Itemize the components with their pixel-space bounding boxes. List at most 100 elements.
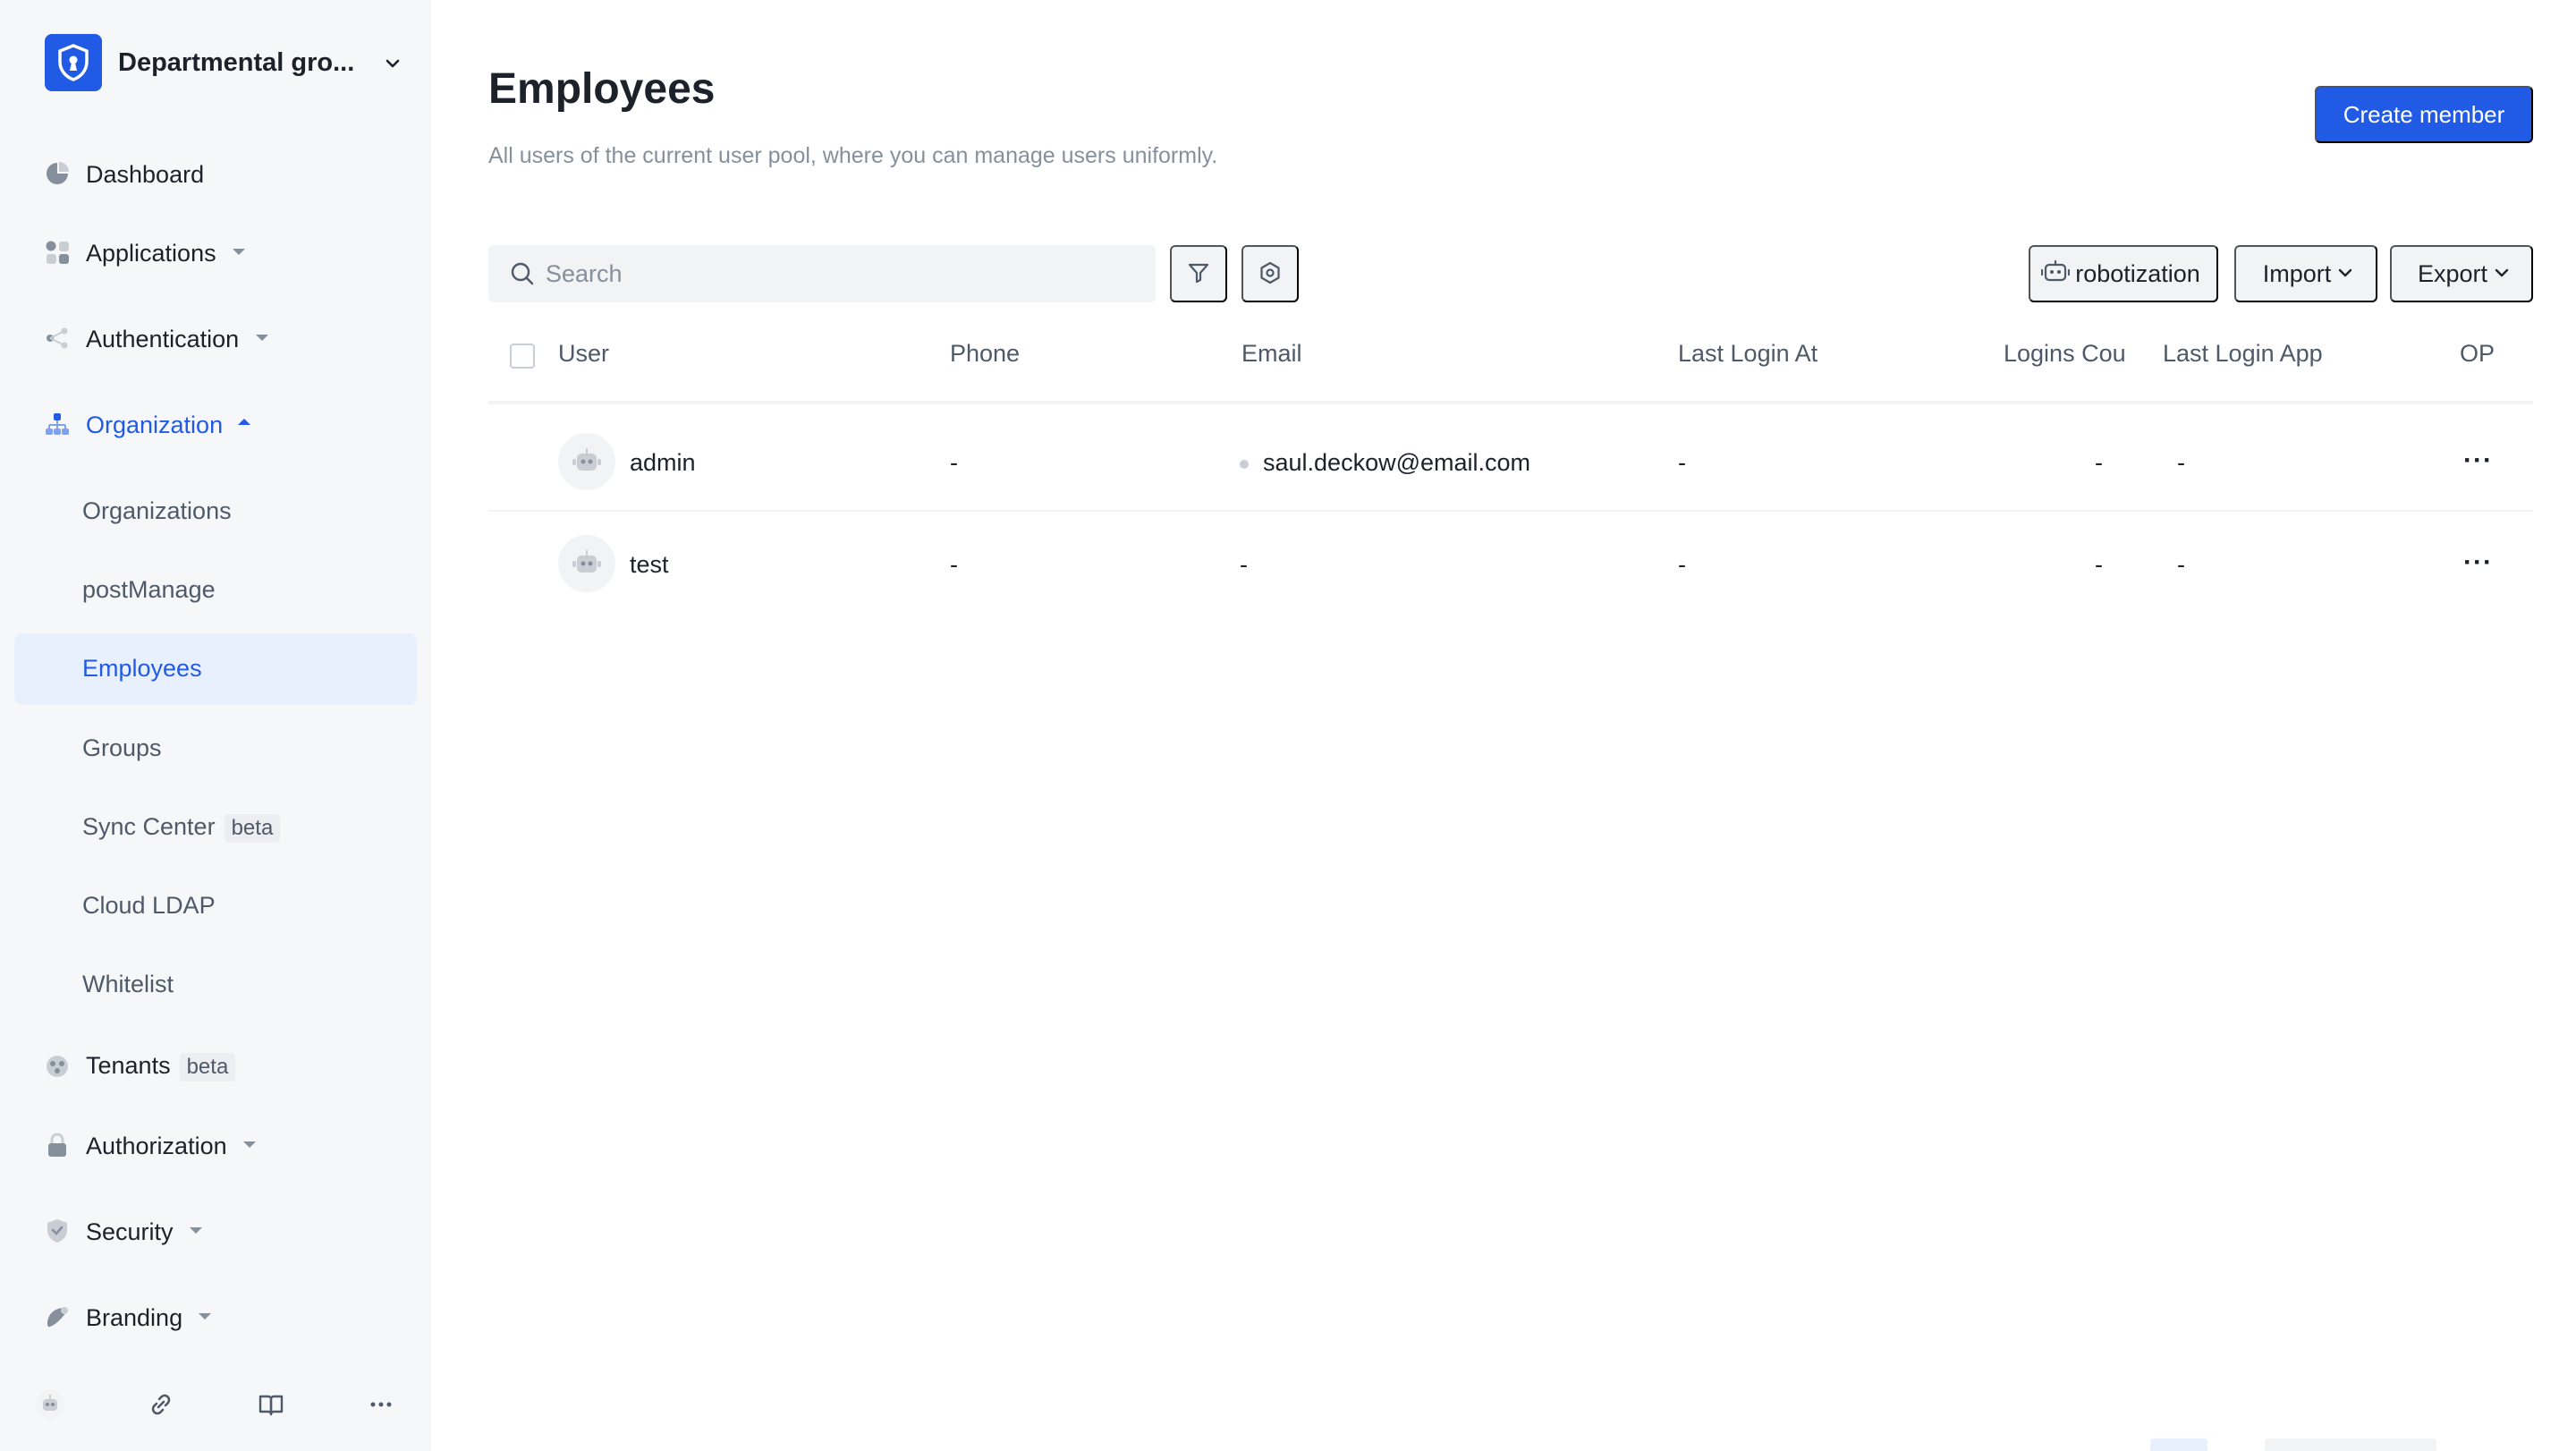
sidebar-item-authorization[interactable]: Authorization (14, 1109, 417, 1181)
cell-user[interactable]: test (630, 551, 669, 579)
column-header-last-login-at[interactable]: Last Login At (1678, 340, 1818, 368)
column-header-email[interactable]: Email (1241, 340, 1302, 368)
column-header-user[interactable]: User (558, 340, 609, 368)
caret-down-icon (199, 1313, 211, 1319)
sidebar-item-label: Organization (86, 412, 224, 438)
sidebar-item-label: Tenants (86, 1052, 171, 1079)
sidebar: Departmental gro... Dashboard Applicatio… (0, 0, 431, 1451)
cell-last-login-app: - (2177, 551, 2185, 578)
table-row[interactable]: test - - - - - ··· (488, 512, 2533, 614)
workspace-name: Departmental gro... (118, 47, 355, 77)
select-all-checkbox[interactable] (510, 344, 535, 369)
filter-button[interactable] (1170, 245, 1227, 302)
chevron-down-icon (2336, 260, 2354, 288)
sidebar-subitem-label: Sync Center (82, 813, 216, 840)
column-header-logins-count[interactable]: Logins Cou (2004, 340, 2126, 368)
gear-icon (1258, 261, 1282, 287)
lock-icon (45, 1133, 70, 1158)
sidebar-subitem-cloud-ldap[interactable]: Cloud LDAP (14, 870, 417, 942)
sidebar-item-applications[interactable]: Applications (14, 216, 417, 288)
robot-avatar-icon (558, 433, 615, 490)
export-label: Export (2417, 259, 2488, 287)
row-actions-more-icon[interactable]: ··· (2463, 547, 2493, 578)
import-button[interactable]: Import (2234, 245, 2377, 302)
sidebar-subitem-sync-center[interactable]: Sync Center beta (14, 792, 417, 863)
palette-icon (45, 1304, 70, 1329)
cell-phone: - (950, 449, 958, 476)
sidebar-item-dashboard[interactable]: Dashboard (14, 138, 417, 209)
cell-user[interactable]: admin (630, 449, 696, 477)
column-header-last-login-app[interactable]: Last Login App (2163, 340, 2323, 368)
cell-phone: - (950, 551, 958, 578)
sidebar-subitem-whitelist[interactable]: Whitelist (14, 949, 417, 1021)
sidebar-item-organization[interactable]: Organization (14, 388, 417, 460)
caret-up-icon (238, 419, 250, 425)
page-title: Employees (488, 65, 716, 113)
robotization-button[interactable]: robotization (2029, 245, 2218, 302)
sidebar-subitem-label: Cloud LDAP (82, 892, 216, 919)
sidebar-subitem-label: Employees (82, 655, 202, 682)
sidebar-item-label: Dashboard (86, 161, 205, 188)
cell-email-text: saul.deckow@email.com (1263, 449, 1531, 476)
cell-email: - (1240, 551, 1248, 578)
search-box[interactable] (488, 245, 1156, 302)
sidebar-item-tenants[interactable]: Tenants beta (14, 1031, 417, 1102)
sidebar-subitem-employees[interactable]: Employees (14, 633, 417, 705)
robot-icon (2041, 259, 2071, 290)
sidebar-item-label: Applications (86, 240, 216, 267)
table-row[interactable]: admin - saul.deckow@email.com - - - ··· (488, 410, 2533, 512)
apps-grid-icon (45, 240, 70, 265)
page-subtitle: All users of the current user pool, wher… (488, 143, 1218, 168)
sidebar-subitem-postmanage[interactable]: postManage (14, 555, 417, 626)
search-input[interactable] (546, 245, 1136, 302)
cell-email: saul.deckow@email.com (1240, 449, 1530, 477)
pie-chart-icon (45, 161, 70, 186)
book-icon[interactable] (253, 1387, 289, 1422)
search-icon (510, 261, 535, 291)
cell-logins-count: - (2095, 551, 2103, 578)
cell-logins-count: - (2095, 449, 2103, 476)
sidebar-item-authentication[interactable]: Authentication (14, 302, 417, 374)
sidebar-subitem-label-wrap: Sync Center beta (82, 813, 281, 843)
sidebar-footer (0, 1378, 431, 1431)
sidebar-subitem-label: postManage (82, 576, 216, 603)
link-icon[interactable] (143, 1387, 179, 1422)
cell-last-login-at: - (1678, 551, 1686, 578)
sidebar-subitem-label: Organizations (82, 497, 232, 524)
row-actions-more-icon[interactable]: ··· (2463, 445, 2493, 476)
sidebar-item-security[interactable]: Security (14, 1195, 417, 1267)
cell-last-login-app: - (2177, 449, 2185, 476)
sidebar-item-label: Branding (86, 1304, 183, 1331)
chevron-down-icon (2493, 260, 2511, 288)
column-header-op: OP (2460, 340, 2496, 367)
sidebar-subitem-groups[interactable]: Groups (14, 713, 417, 785)
column-settings-button[interactable] (1241, 245, 1299, 302)
beta-badge: beta (224, 813, 281, 843)
beta-badge: beta (179, 1052, 236, 1082)
export-button[interactable]: Export (2390, 245, 2533, 302)
sidebar-item-label: Security (86, 1218, 174, 1245)
workspace-switcher[interactable]: Departmental gro... (45, 34, 400, 91)
sidebar-item-label: Authorization (86, 1133, 227, 1159)
robot-avatar-icon[interactable] (32, 1387, 68, 1422)
share-nodes-icon (45, 326, 70, 351)
shield-logo-icon (45, 34, 102, 91)
table-header: User Phone Email Last Login At Logins Co… (488, 324, 2533, 404)
robotization-label: robotization (2075, 259, 2200, 287)
sidebar-item-branding[interactable]: Branding (14, 1281, 417, 1353)
pagination-page-button[interactable] (2150, 1438, 2207, 1451)
sidebar-subitem-label: Groups (82, 734, 162, 761)
caret-down-icon (190, 1227, 202, 1234)
column-header-phone[interactable]: Phone (950, 340, 1020, 368)
org-tree-icon (45, 412, 70, 437)
sidebar-subitem-label: Whitelist (82, 971, 174, 997)
create-member-button[interactable]: Create member (2315, 86, 2533, 143)
sidebar-item-label-wrap: Tenants beta (86, 1052, 236, 1082)
caret-down-icon (233, 249, 245, 255)
pagination-size-select[interactable] (2265, 1438, 2436, 1451)
chevron-down-icon[interactable] (383, 54, 402, 78)
sidebar-subitem-organizations[interactable]: Organizations (14, 476, 417, 547)
filter-icon (1187, 261, 1210, 287)
more-icon[interactable] (363, 1387, 399, 1422)
robot-avatar-icon (558, 535, 615, 592)
